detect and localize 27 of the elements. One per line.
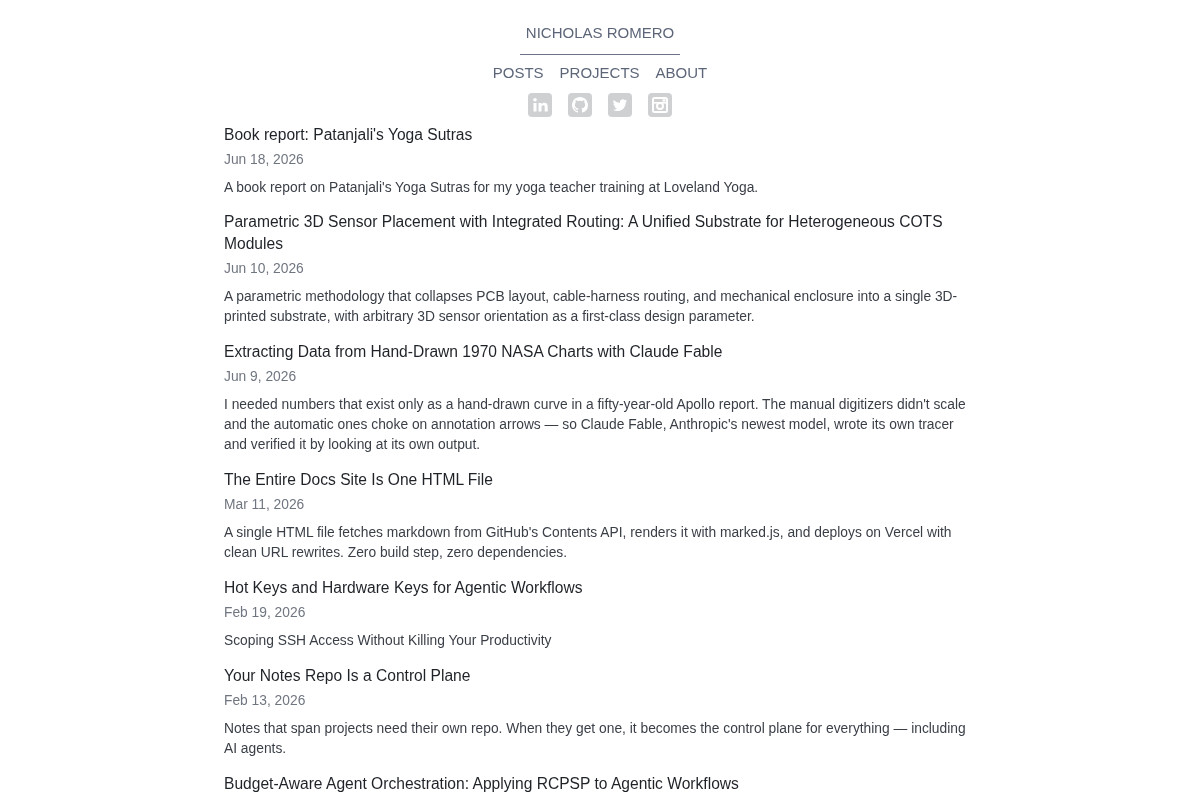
post-title-link[interactable]: Extracting Data from Hand-Drawn 1970 NASA Charts with Claude Fable xyxy=(224,341,723,363)
nav-link-item[interactable]: PROJECTS xyxy=(559,63,640,83)
site-name-link[interactable]: NICHOLAS ROMERO xyxy=(525,22,675,44)
post-summary: Notes that span projects need their own repo. When they get one, it becomes the control plane for everything — including AI agents. xyxy=(224,720,967,758)
post-title-link[interactable]: The Entire Docs Site Is One HTML File xyxy=(224,469,493,491)
post-date: Jun 10, 2026 xyxy=(224,260,304,278)
post-summary: A single HTML file fetches markdown from GitHub's Contents API, renders it with marked.js, and deploys on Vercel with clean URL rewrites. Zero build step, zero dependencies. xyxy=(224,524,953,562)
post-date: Jun 18, 2026 xyxy=(224,151,304,169)
post-date: Feb 19, 2026 xyxy=(224,604,306,622)
post-summary: A parametric methodology that collapses PCB layout, cable-harness routing, and mechanical enclosure into a single 3D-printed substrate, with arbitrary 3D sensor orientation as a first-class design parameter. xyxy=(224,288,959,326)
post-title-link[interactable]: Hot Keys and Hardware Keys for Agentic Workflows xyxy=(224,577,583,599)
twitter-icon[interactable] xyxy=(608,93,632,117)
post-summary: A book report on Patanjali's Yoga Sutras for my yoga teacher training at Loveland Yoga. xyxy=(224,179,760,197)
post-date: Feb 13, 2026 xyxy=(224,692,306,710)
post-summary: I needed numbers that exist only as a hand-drawn curve in a fifty-year-old Apollo report. The manual digitizers didn't scale and the automatic ones choke on annotation arrows — so Claude Fable, Anthropic's newest model, wrote its own tracer and verified it by looking at its own output. xyxy=(224,396,967,454)
post-date: Mar 11, 2026 xyxy=(224,496,305,514)
post-title-link[interactable]: Parametric 3D Sensor Placement with Integrated Routing: A Unified Substrate for Heterogeneous COTS Modules xyxy=(224,211,976,255)
nav-link-item[interactable]: ABOUT xyxy=(655,63,708,83)
instagram-icon[interactable] xyxy=(648,93,672,117)
post-title-link[interactable]: Your Notes Repo Is a Control Plane xyxy=(224,665,471,687)
post-title-link[interactable]: Book report: Patanjali's Yoga Sutras xyxy=(224,124,473,146)
post-date: Jun 9, 2026 xyxy=(224,368,297,386)
linkedin-icon[interactable] xyxy=(528,93,552,117)
post-title-link[interactable]: Budget-Aware Agent Orchestration: Applying RCPSP to Agentic Workflows xyxy=(224,773,739,795)
nav-link-item[interactable]: POSTS xyxy=(492,63,544,83)
github-icon[interactable] xyxy=(568,93,592,117)
post-summary: Scoping SSH Access Without Killing Your Productivity xyxy=(224,632,553,650)
